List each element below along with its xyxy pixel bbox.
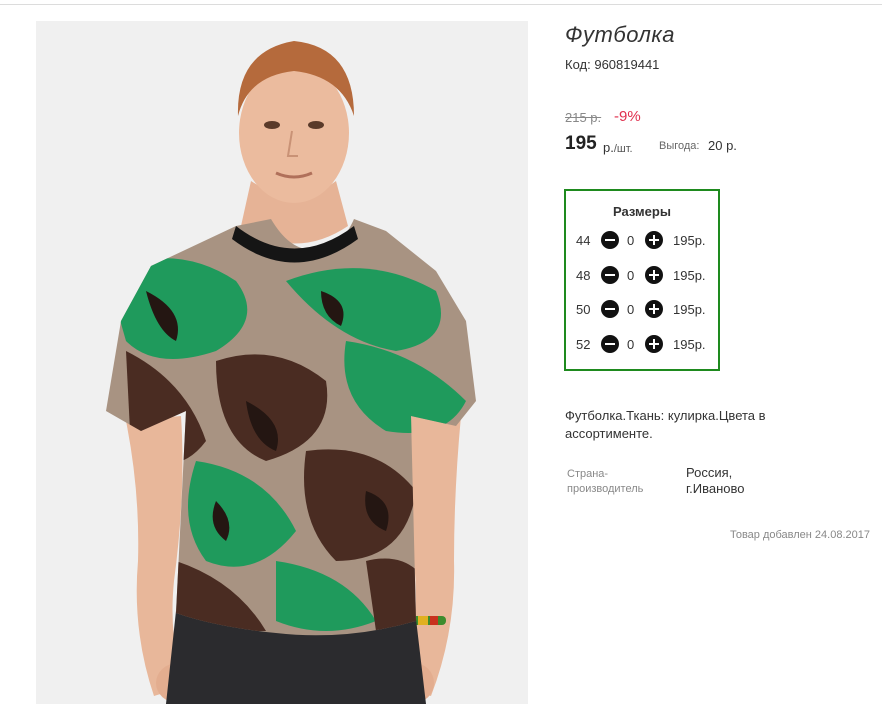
plus-icon[interactable] xyxy=(645,231,663,249)
price-unit: р./шт. xyxy=(603,140,633,155)
minus-icon[interactable] xyxy=(601,231,619,249)
discount-badge: -9% xyxy=(614,108,641,125)
plus-icon[interactable] xyxy=(645,266,663,284)
size-row: 44 0 195р. xyxy=(566,231,718,251)
plus-icon[interactable] xyxy=(645,300,663,318)
size-price: 195р. xyxy=(673,337,706,352)
old-price: 215 р. xyxy=(565,110,602,125)
added-date: Товар добавлен 24.08.2017 xyxy=(729,529,870,541)
top-divider xyxy=(0,4,882,5)
product-code: Код: 960819441 xyxy=(565,57,659,72)
sizes-panel: Размеры 44 0 195р. 48 0 195р. 50 0 195р.… xyxy=(564,189,720,371)
size-label: 44 xyxy=(576,233,591,248)
product-code-value: 960819441 xyxy=(594,57,660,72)
country-value: Россия, г.Иваново xyxy=(686,465,745,496)
size-price: 195р. xyxy=(673,302,706,317)
size-label: 50 xyxy=(576,302,591,317)
product-code-label: Код: xyxy=(565,57,591,72)
sizes-title: Размеры xyxy=(613,204,671,219)
benefit-label: Выгода: xyxy=(659,140,700,152)
minus-icon[interactable] xyxy=(601,335,619,353)
quantity-value: 0 xyxy=(627,233,635,248)
quantity-value: 0 xyxy=(627,337,635,352)
price-per: /шт. xyxy=(613,143,633,155)
size-row: 50 0 195р. xyxy=(566,300,718,320)
minus-icon[interactable] xyxy=(601,300,619,318)
quantity-value: 0 xyxy=(627,268,635,283)
price-currency: р. xyxy=(603,140,614,155)
size-price: 195р. xyxy=(673,268,706,283)
price-value: 195 xyxy=(565,133,597,154)
product-image[interactable] xyxy=(36,21,528,704)
product-description: Футболка.Ткань: кулирка.Цвета в ассортим… xyxy=(565,408,766,441)
minus-icon[interactable] xyxy=(601,266,619,284)
size-label: 52 xyxy=(576,337,591,352)
country-label: Страна-производитель xyxy=(567,468,644,495)
size-row: 48 0 195р. xyxy=(566,266,718,286)
size-row: 52 0 195р. xyxy=(566,335,718,355)
size-label: 48 xyxy=(576,268,591,283)
product-title: Футболка xyxy=(565,22,675,47)
size-price: 195р. xyxy=(673,233,706,248)
plus-icon[interactable] xyxy=(645,335,663,353)
quantity-value: 0 xyxy=(627,302,635,317)
benefit-value: 20 р. xyxy=(708,138,737,153)
